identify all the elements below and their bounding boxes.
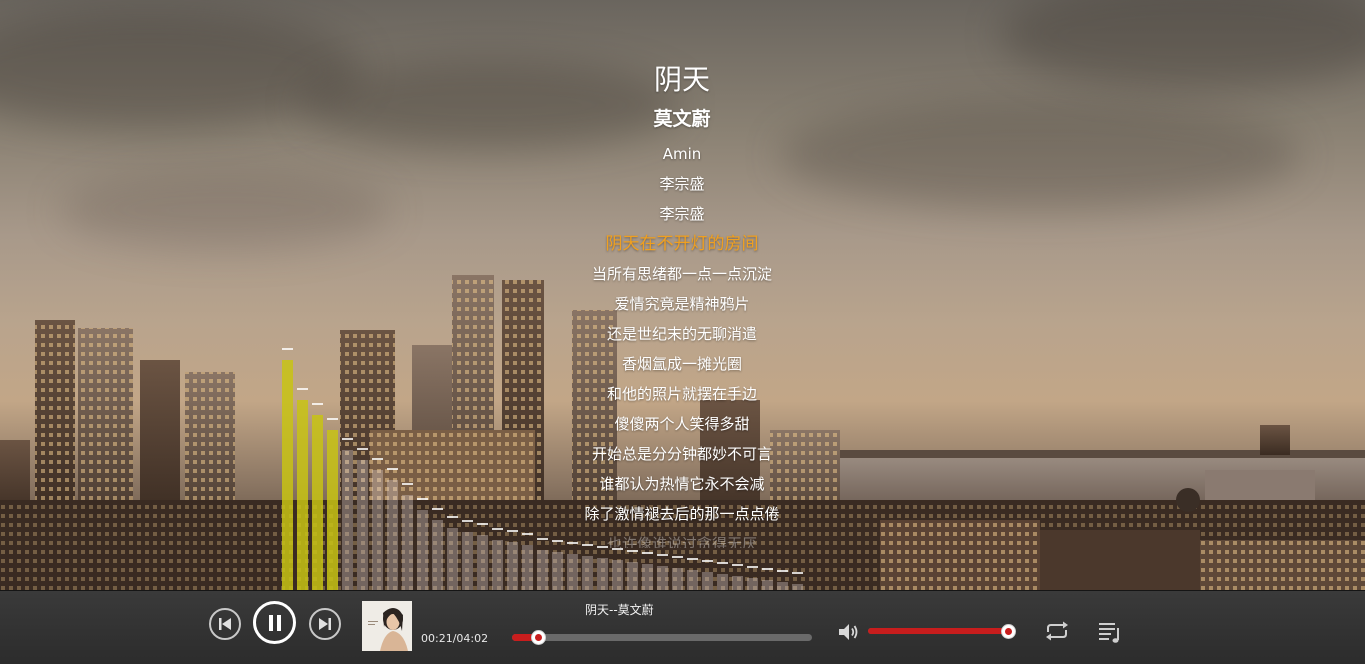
lyric-line: 开始总是分分钟都妙不可言 bbox=[591, 445, 772, 463]
next-button[interactable] bbox=[309, 608, 341, 640]
pause-icon bbox=[268, 614, 281, 631]
lyric-line: 李宗盛 bbox=[659, 205, 705, 223]
speaker-icon[interactable] bbox=[837, 621, 859, 643]
lyric-line: 香烟氲成一摊光圈 bbox=[621, 355, 742, 373]
song-artist: 莫文蔚 bbox=[653, 108, 711, 130]
lyric-line: Amin bbox=[662, 145, 702, 163]
lyric-lines: Amin 李宗盛 李宗盛 阴天在不开灯的房间 当所有思绪都一点一点沉淀 爱情究竟是精神鸦片… bbox=[482, 139, 882, 548]
volume-fill bbox=[868, 628, 1008, 634]
lyric-line-current: 阴天在不开灯的房间 bbox=[605, 234, 759, 254]
lyric-line: 和他的照片就摆在手边 bbox=[606, 385, 757, 403]
song-title: 阴天 bbox=[653, 63, 710, 96]
lyric-line: 当所有思绪都一点一点沉淀 bbox=[591, 265, 772, 283]
lyric-line: 也许像谁说过贪得无厌 bbox=[606, 535, 757, 548]
previous-button[interactable] bbox=[209, 608, 241, 640]
progress-bar[interactable] bbox=[512, 630, 812, 645]
player-bar: 阴天--莫文蔚 00:21/04:02 bbox=[0, 590, 1365, 664]
track-name: 阴天--莫文蔚 bbox=[585, 603, 654, 617]
lyric-line: 傻傻两个人笑得多甜 bbox=[614, 415, 750, 433]
previous-track-icon bbox=[219, 618, 231, 630]
loop-icon[interactable] bbox=[1044, 620, 1070, 642]
volume-handle[interactable] bbox=[1001, 624, 1016, 639]
lyric-line: 爱情究竟是精神鸦片 bbox=[614, 295, 750, 313]
album-cover-image bbox=[362, 601, 412, 651]
lyric-line: 还是世纪末的无聊消遣 bbox=[606, 325, 757, 343]
progress-handle[interactable] bbox=[531, 630, 547, 645]
volume-slider[interactable] bbox=[868, 624, 1016, 639]
lyric-line: 李宗盛 bbox=[659, 175, 705, 193]
time-display: 00:21/04:02 bbox=[421, 632, 489, 645]
lyric-line: 谁都认为热情它永不会减 bbox=[599, 475, 765, 493]
lyrics-panel: 阴天 莫文蔚 Amin 李宗盛 李宗盛 阴天在不开灯的房间 当所有思绪都一点一点沉淀 爱情… bbox=[482, 58, 882, 548]
pause-button[interactable] bbox=[253, 601, 296, 644]
lyric-line: 除了激情褪去后的那一点点倦 bbox=[584, 505, 780, 523]
album-cover[interactable] bbox=[362, 601, 412, 651]
next-track-icon bbox=[319, 618, 331, 630]
playlist-icon[interactable] bbox=[1097, 619, 1123, 645]
